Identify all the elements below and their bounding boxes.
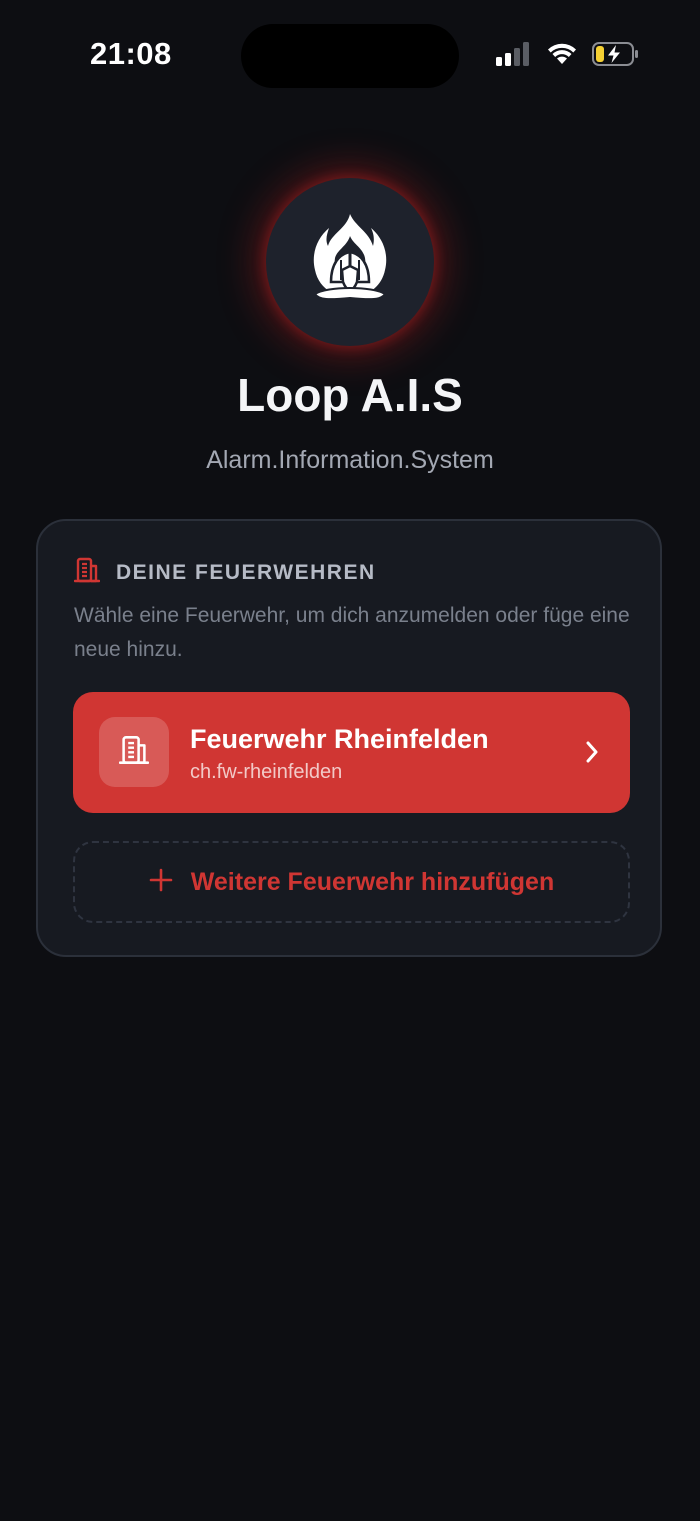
app-subtitle: Alarm.Information.System [206, 446, 494, 474]
flame-helmet-logo-icon [311, 212, 389, 313]
brigade-item-rheinfelden[interactable]: Feuerwehr Rheinfelden ch.fw-rheinfelden [73, 692, 630, 813]
brigade-selection-screen: 21:08 Loop A.I.S Alarm.Information.Syste… [0, 0, 700, 1521]
status-time: 21:08 [90, 36, 172, 71]
brigades-card: DEINE FEUERWEHREN Wähle eine Feuerwehr, … [36, 519, 662, 957]
plus-icon [149, 868, 173, 897]
building-icon [118, 735, 150, 770]
cellular-signal-icon [496, 42, 532, 71]
add-brigade-label: Weitere Feuerwehr hinzufügen [190, 867, 555, 896]
card-header: DEINE FEUERWEHREN [73, 557, 376, 588]
app-logo [266, 178, 434, 346]
add-brigade-button[interactable]: Weitere Feuerwehr hinzufügen [73, 841, 630, 923]
building-icon [73, 557, 101, 588]
brigade-icon-box [99, 717, 169, 787]
brigade-name: Feuerwehr Rheinfelden [190, 724, 489, 754]
wifi-icon [546, 42, 578, 71]
brigade-id: ch.fw-rheinfelden [190, 761, 343, 783]
app-title: Loop A.I.S [237, 369, 463, 421]
dynamic-island [241, 24, 459, 88]
battery-charging-icon [592, 42, 640, 71]
chevron-right-icon [584, 739, 600, 770]
card-description: Wähle eine Feuerwehr, um dich anzumelden… [74, 604, 630, 661]
card-heading: DEINE FEUERWEHREN [116, 560, 376, 584]
status-icons [496, 42, 640, 71]
